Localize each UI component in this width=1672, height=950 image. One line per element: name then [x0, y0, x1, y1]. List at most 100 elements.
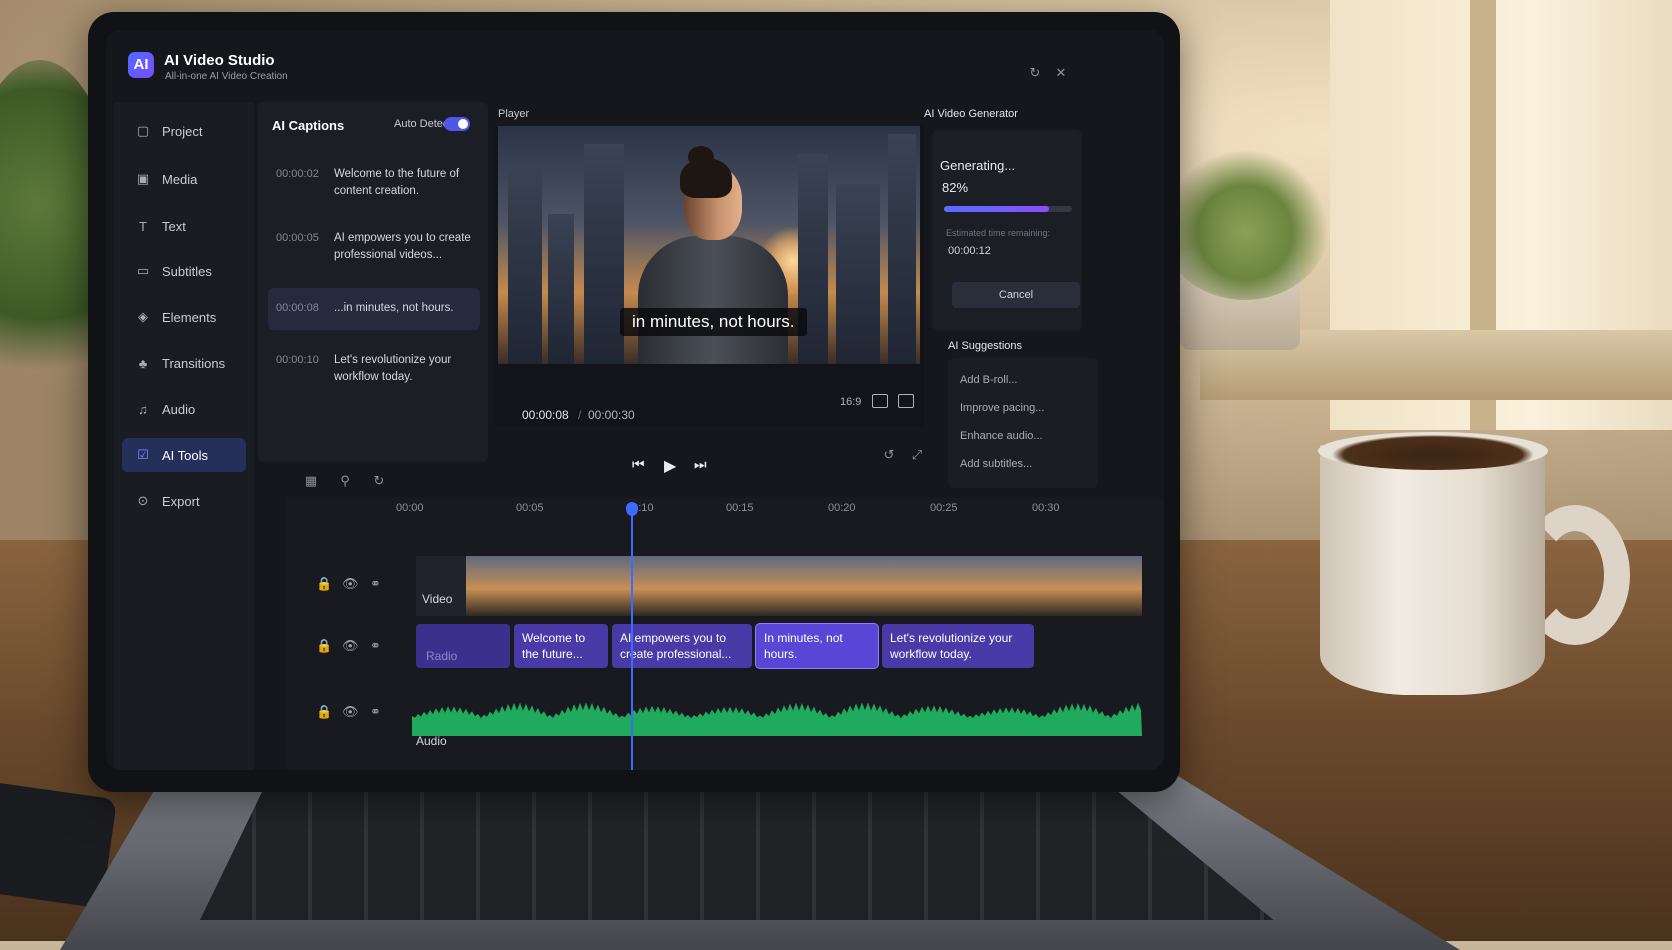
app-logo: AI — [128, 52, 154, 78]
transitions-icon: ♣ — [138, 355, 148, 371]
link-icon[interactable]: ⚭ — [370, 576, 381, 592]
sidebar-item-ai-tools[interactable]: ☑ AI Tools — [122, 438, 246, 472]
link-icon[interactable]: ⚭ — [370, 638, 381, 654]
caption-clip-selected[interactable]: In minutes, not hours. — [756, 624, 878, 668]
cancel-button[interactable]: Cancel — [952, 282, 1080, 308]
refresh-icon[interactable]: ↻ — [1028, 66, 1042, 80]
eye-icon[interactable]: 👁 — [342, 576, 359, 592]
suggestion-item[interactable]: Enhance audio... — [960, 430, 1043, 442]
video-thumbnail — [690, 556, 747, 616]
video-player: in minutes, not hours. 00:00:08 / 00:00:… — [494, 126, 924, 426]
caption-overlay: in minutes, not hours. — [620, 308, 807, 336]
progress-bar — [944, 206, 1072, 212]
sidebar-item-export[interactable]: ⊙ Export — [122, 484, 246, 518]
music-icon: ♫ — [138, 401, 148, 417]
sidebar-item-label: Media — [162, 171, 198, 187]
generator-status: Generating... — [940, 158, 1016, 173]
video-thumbnail — [522, 556, 579, 616]
sidebar-item-elements[interactable]: ◈ Elements — [122, 300, 246, 334]
plant-right — [1160, 150, 1330, 300]
sidebar-item-label: Audio — [162, 401, 196, 417]
ruler-tick: 00:25 — [930, 502, 958, 514]
fullscreen-icon[interactable] — [898, 394, 914, 408]
skyscraper — [508, 164, 542, 364]
caption-text: Welcome to the future of content creatio… — [334, 168, 460, 197]
suggestion-item[interactable]: Add B-roll... — [960, 374, 1017, 386]
ruler-tick: 00:05 — [516, 502, 544, 514]
video-thumbnail — [466, 556, 523, 616]
caption-track-label: Radio — [426, 649, 458, 663]
sidebar: ▢ Project ▣ Media T Text ▭ Subtitles ◈ E… — [114, 102, 254, 770]
generator-label: AI Video Generator — [924, 108, 1018, 120]
undo-icon[interactable]: ↺ — [882, 448, 896, 462]
auto-detect-toggle[interactable] — [444, 117, 470, 131]
skyscraper — [584, 144, 624, 364]
duration: 00:00:30 — [588, 408, 635, 422]
lock-icon[interactable]: 🔒 — [316, 638, 332, 654]
sidebar-item-media[interactable]: ▣ Media — [122, 162, 246, 196]
sidebar-item-project[interactable]: ▢ Project — [122, 114, 246, 148]
playhead-handle[interactable] — [626, 502, 638, 516]
caption-clip[interactable]: AI empowers you to create professional..… — [612, 624, 752, 668]
sidebar-item-label: Project — [162, 123, 203, 139]
mug-coffee-surface — [1318, 432, 1548, 470]
eye-icon[interactable]: 👁 — [342, 704, 359, 720]
caption-row[interactable]: 00:00:05 AI empowers you to create profe… — [268, 224, 480, 276]
suggestion-item[interactable]: Add subtitles... — [960, 458, 1032, 470]
sidebar-item-audio[interactable]: ♫ Audio — [122, 392, 246, 426]
video-track[interactable]: Video — [416, 556, 1143, 616]
skip-back-icon[interactable]: ⏮ — [632, 456, 645, 473]
sidebar-item-subtitles[interactable]: ▭ Subtitles — [122, 254, 246, 288]
caption-track: Radio Welcome to the future... AI empowe… — [412, 616, 1142, 672]
caption-clip[interactable]: Let's revolutionize your workflow today. — [882, 624, 1034, 668]
subtitles-icon: ▭ — [136, 263, 150, 278]
captions-title: AI Captions — [272, 118, 345, 133]
play-icon[interactable]: ▶ — [664, 456, 676, 476]
lock-icon[interactable]: 🔒 — [316, 576, 332, 592]
video-track-label: Video — [422, 592, 453, 606]
sidebar-item-label: AI Tools — [162, 447, 209, 463]
aspect-ratio[interactable]: 16:9 — [840, 396, 861, 408]
sidebar-item-label: Export — [162, 493, 200, 509]
zoom-icon[interactable]: ⚲ — [338, 474, 352, 488]
ruler-tick: 00:30 — [1032, 502, 1060, 514]
video-frame[interactable]: in minutes, not hours. — [498, 126, 920, 364]
player-label: Player — [498, 108, 530, 120]
loop-icon[interactable]: ↻ — [372, 474, 386, 488]
ai-tools-icon: ☑ — [137, 447, 149, 462]
eye-icon[interactable]: 👁 — [342, 638, 359, 654]
screen-icon[interactable] — [872, 394, 888, 408]
ruler-tick: 00:00 — [396, 502, 424, 514]
split-icon[interactable]: ▦ — [304, 474, 318, 488]
lock-icon[interactable]: 🔒 — [316, 704, 332, 720]
jacket — [638, 236, 788, 364]
skyscraper — [888, 134, 916, 364]
caption-row[interactable]: 00:00:10 Let's revolutionize your workfl… — [268, 346, 480, 398]
title-bar: AI AI Video Studio All-in-one AI Video C… — [106, 30, 1164, 102]
generator-percent: 82% — [942, 180, 969, 195]
audio-track[interactable]: Audio — [412, 674, 1142, 754]
video-thumbnail — [914, 556, 971, 616]
suggestions-label: AI Suggestions — [948, 340, 1022, 352]
audio-track-label: Audio — [416, 734, 447, 748]
caption-time: 00:00:05 — [276, 232, 319, 244]
expand-icon[interactable]: ⤢ — [910, 448, 924, 462]
caption-track-header[interactable]: Radio — [416, 624, 510, 668]
close-icon[interactable]: ✕ — [1054, 66, 1068, 80]
video-thumbnail — [1026, 556, 1083, 616]
skip-forward-icon[interactable]: ⏭ — [694, 456, 707, 473]
caption-row-active[interactable]: 00:00:08 ...in minutes, not hours. — [268, 288, 480, 330]
video-thumbnail — [634, 556, 691, 616]
ruler-tick: 00:20 — [828, 502, 856, 514]
caption-clip[interactable]: Welcome to the future... — [514, 624, 608, 668]
suggestions-card: Add B-roll... Improve pacing... Enhance … — [948, 358, 1098, 488]
link-icon[interactable]: ⚭ — [370, 704, 381, 720]
sidebar-item-text[interactable]: T Text — [122, 209, 246, 243]
suggestion-item[interactable]: Improve pacing... — [960, 402, 1044, 414]
playhead[interactable] — [626, 502, 638, 770]
current-time: 00:00:08 — [522, 408, 569, 422]
media-icon: ▣ — [136, 171, 150, 186]
caption-row[interactable]: 00:00:02 Welcome to the future of conten… — [268, 160, 480, 212]
sidebar-item-transitions[interactable]: ♣ Transitions — [122, 346, 246, 380]
time-separator: / — [578, 408, 582, 422]
